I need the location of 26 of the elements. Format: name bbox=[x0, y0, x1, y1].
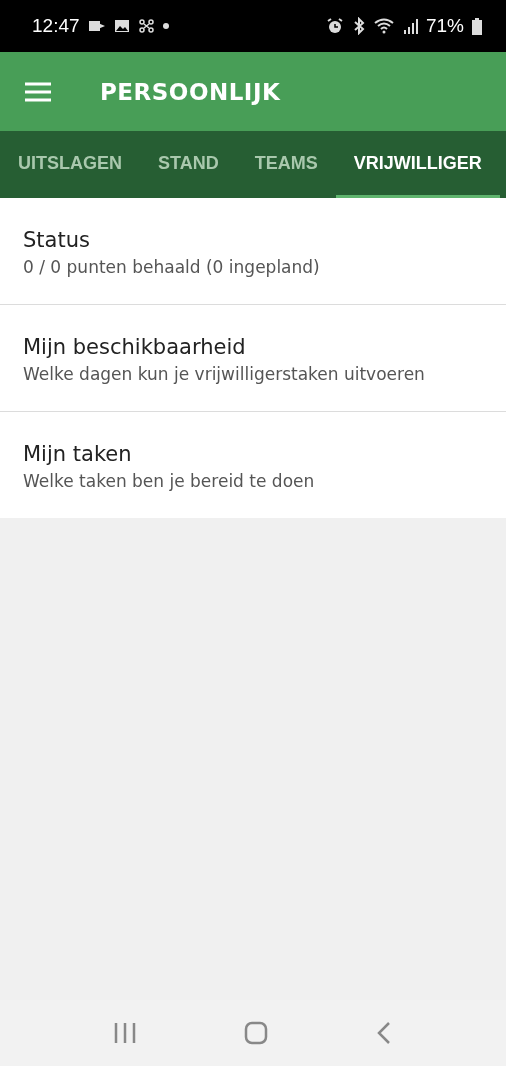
tab[interactable]: STAND bbox=[140, 131, 237, 198]
tab[interactable]: TEAMS bbox=[236, 131, 336, 198]
item-subtitle: 0 / 0 punten behaald (0 ingepland) bbox=[23, 256, 321, 279]
battery-icon bbox=[472, 17, 482, 35]
recent-apps-icon[interactable] bbox=[114, 1022, 136, 1044]
item-title: Status bbox=[23, 228, 91, 252]
list-item[interactable]: Mijn beschikbaarheid Welke dagen kun je vrijwilligerstaken uitvoeren bbox=[0, 305, 506, 412]
battery-percentage: 71% bbox=[425, 15, 464, 37]
page-title: PERSOONLIJK bbox=[100, 78, 281, 105]
item-title: Mijn beschikbaarheid bbox=[23, 335, 247, 359]
list-item[interactable]: Mijn taken Welke taken ben je bereid te doen bbox=[0, 412, 506, 518]
image-icon bbox=[113, 19, 130, 33]
item-subtitle: Welke dagen kun je vrijwilligerstaken uitvoeren bbox=[23, 363, 426, 386]
menu-icon[interactable] bbox=[24, 81, 52, 102]
item-subtitle: Welke taken ben je bereid te doen bbox=[23, 470, 316, 493]
status-time: 12:47 bbox=[32, 15, 80, 37]
list-item[interactable]: Status 0 / 0 punten behaald (0 ingepland) bbox=[0, 198, 506, 305]
alarm-icon bbox=[325, 17, 344, 35]
wifi-icon bbox=[373, 18, 396, 34]
back-icon[interactable] bbox=[376, 1021, 392, 1045]
signal-icon bbox=[403, 18, 418, 34]
item-title: Mijn taken bbox=[23, 442, 133, 466]
home-icon[interactable] bbox=[244, 1021, 268, 1045]
network-icon bbox=[137, 18, 155, 34]
dot-icon bbox=[162, 23, 169, 29]
tab[interactable]: UITSLAGEN bbox=[0, 131, 140, 198]
